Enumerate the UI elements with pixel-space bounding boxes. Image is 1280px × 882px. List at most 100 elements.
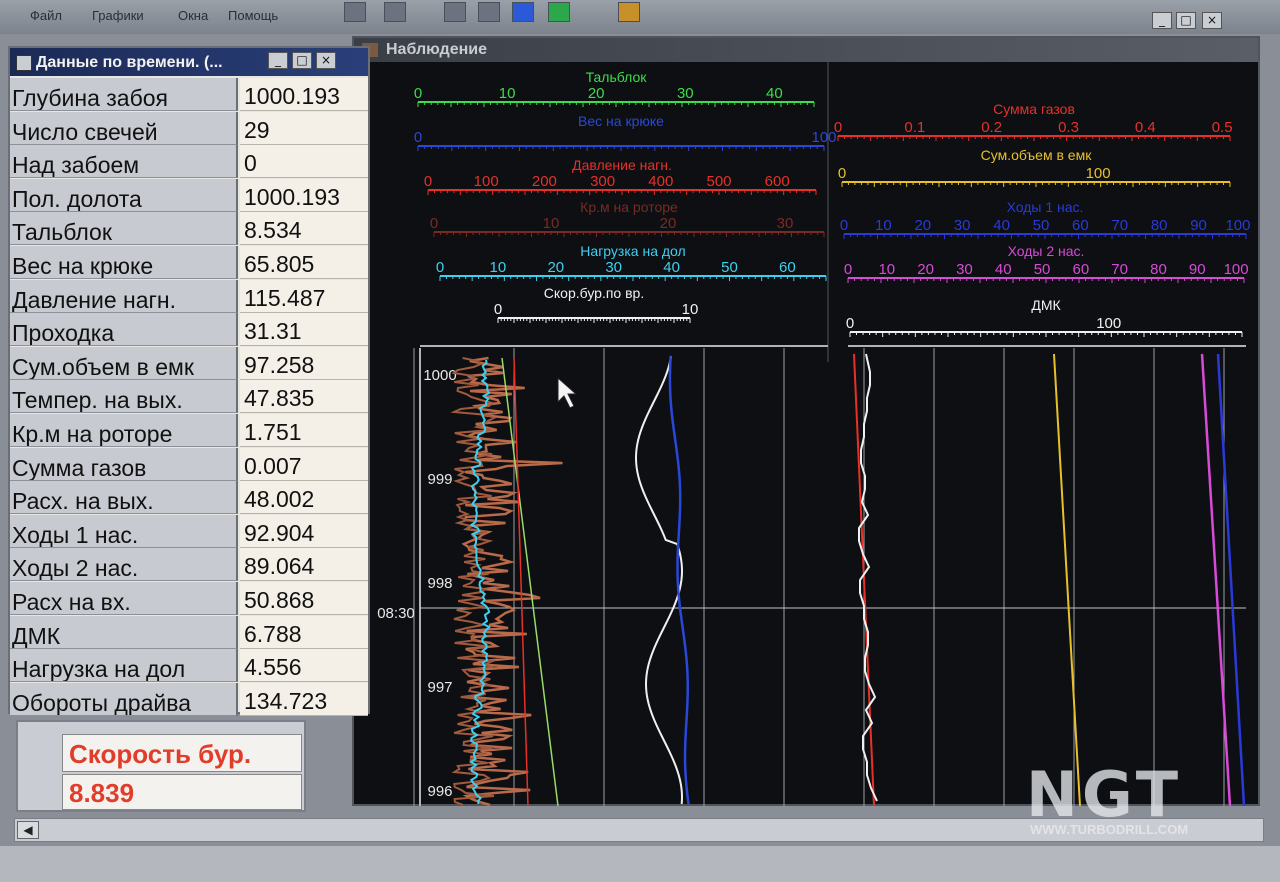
scale-tick-label: 60 (1073, 261, 1090, 278)
scale-tick-label: 100 (811, 129, 836, 146)
table-row: Расх. на вых. 48.002 (10, 481, 368, 515)
row-value[interactable]: 29 (240, 111, 368, 145)
observation-chart: Тальблок0 10 20 30 40Вес на крюке0 100Давлени… (377, 62, 1250, 806)
scale-tick-label: 100 (1096, 315, 1121, 332)
pump2-trace (1200, 353, 1232, 806)
row-value[interactable]: 8.534 (240, 212, 368, 246)
row-value[interactable]: 48.002 (240, 481, 368, 515)
row-value[interactable]: 50.868 (240, 582, 368, 615)
row-label: Сум.объем в емк (10, 346, 238, 380)
menu-windows[interactable]: Окна (178, 8, 208, 23)
row-value[interactable]: 65.805 (240, 246, 368, 279)
scale-name: Сум.объем в емк (981, 147, 1093, 163)
add-icon[interactable] (548, 2, 570, 22)
scale-tick-label: 50 (721, 259, 738, 276)
scale-name: Ходы 1 нас. (1007, 199, 1084, 215)
row-value[interactable]: 1.751 (240, 414, 368, 447)
scale-tick-label: 40 (993, 217, 1010, 234)
scale-tick-label: 90 (1190, 217, 1207, 234)
pump1-trace (1216, 353, 1246, 806)
drilling-speed-panel: Скорость бур. 8.839 (16, 720, 306, 812)
row-value[interactable]: 0.007 (240, 447, 368, 481)
search-icon[interactable] (512, 2, 534, 22)
scale-tick-label: 20 (547, 259, 564, 276)
table-row: Проходка 31.31 (10, 313, 368, 347)
minimize-button[interactable]: _ (1152, 12, 1172, 29)
scale-tick-label: 30 (677, 85, 694, 102)
scale-tick-label: 100 (1225, 217, 1250, 234)
menu-file[interactable]: Файл (30, 8, 62, 23)
scroll-left-icon[interactable]: ◀ (17, 821, 39, 839)
maximize-button[interactable]: □ (1176, 12, 1196, 29)
data-window-close-button[interactable]: × (316, 52, 336, 69)
table-row: Над забоем 0 (10, 145, 368, 179)
save-icon[interactable] (384, 2, 406, 22)
scale-tick-label: 100 (1086, 165, 1111, 182)
row-value[interactable]: 1000.193 (240, 178, 368, 212)
grid-icon[interactable] (478, 2, 500, 22)
scale-tick-label: 20 (917, 261, 934, 278)
row-value[interactable]: 92.904 (240, 514, 368, 548)
menu-help[interactable]: Помощь (228, 8, 278, 23)
row-value[interactable]: 1000.193 (240, 78, 368, 111)
row-value[interactable]: 89.064 (240, 548, 368, 582)
row-label: Обороты драйва (10, 682, 238, 716)
row-value[interactable]: 134.723 (240, 682, 368, 716)
depth-label: 999 (427, 471, 452, 488)
scale-tick-label: 10 (543, 215, 560, 232)
table-row: Давление нагн. 115.487 (10, 279, 368, 314)
volume-trace (1053, 353, 1081, 806)
scale-tick-label: 0 (840, 217, 848, 234)
depth-label: 1000 (423, 367, 456, 384)
mouse-cursor-icon (557, 376, 578, 409)
table-row: Глубина забоя 1000.193 (10, 78, 368, 112)
scale-icon[interactable] (444, 2, 466, 22)
scale-tick-label: 70 (1111, 261, 1128, 278)
row-value[interactable]: 97.258 (240, 346, 368, 380)
table-row: Кр.м на роторе 1.751 (10, 414, 368, 448)
row-value[interactable]: 0 (240, 145, 368, 179)
row-label: Вес на крюке (10, 246, 238, 279)
table-row: Сумма газов 0.007 (10, 447, 368, 482)
chart-icon[interactable] (344, 2, 366, 22)
scale-tick-label: 10 (682, 301, 699, 318)
table-row: Пол. долота 1000.193 (10, 178, 368, 213)
scale-tick-label: 20 (660, 215, 677, 232)
row-value[interactable]: 47.835 (240, 380, 368, 414)
depth-label: 996 (427, 783, 452, 800)
table-row: Число свечей 29 (10, 111, 368, 146)
row-value[interactable]: 31.31 (240, 313, 368, 347)
tools-icon[interactable] (618, 2, 640, 22)
pressure-trace (513, 357, 529, 806)
depth-label: 998 (427, 575, 452, 592)
block-trace (501, 357, 559, 806)
ngt-logo-watermark: NGT (1026, 758, 1182, 831)
bottom-bar (0, 846, 1280, 882)
row-value[interactable]: 115.487 (240, 279, 368, 313)
scale-tick-label: 400 (648, 173, 673, 190)
scale-tick-label: 0 (414, 85, 422, 102)
scale-tick-label: 60 (779, 259, 796, 276)
row-label: Давление нагн. (10, 279, 238, 313)
table-row: Сум.объем в емк 97.258 (10, 346, 368, 381)
row-value[interactable]: 6.788 (240, 615, 368, 649)
scale-tick-label: 100 (474, 173, 499, 190)
scale-tick-label: 0.1 (904, 119, 925, 136)
rop-trace (635, 355, 683, 805)
time-label: 08:30 (377, 605, 415, 622)
row-value[interactable]: 4.556 (240, 649, 368, 683)
menu-charts[interactable]: Графики (92, 8, 144, 23)
menu-bar: Файл Графики Окна Помощь _ □ × (0, 0, 1280, 34)
scale-tick-label: 600 (765, 173, 790, 190)
data-window-maximize-button[interactable]: □ (292, 52, 312, 69)
table-row: Расх на вх. 50.868 (10, 582, 368, 616)
watermark-url: WWW.TURBODRILL.COM (1030, 822, 1189, 837)
scale-tick-label: 100 (1224, 261, 1249, 278)
scale-tick-label: 40 (995, 261, 1012, 278)
scale-tick-label: 0 (430, 215, 438, 232)
row-label: Глубина забоя (10, 78, 238, 111)
row-label: Кр.м на роторе (10, 414, 238, 447)
close-button[interactable]: × (1202, 12, 1222, 29)
data-window-minimize-button[interactable]: _ (268, 52, 288, 69)
table-row: Нагрузка на дол 4.556 (10, 649, 368, 683)
